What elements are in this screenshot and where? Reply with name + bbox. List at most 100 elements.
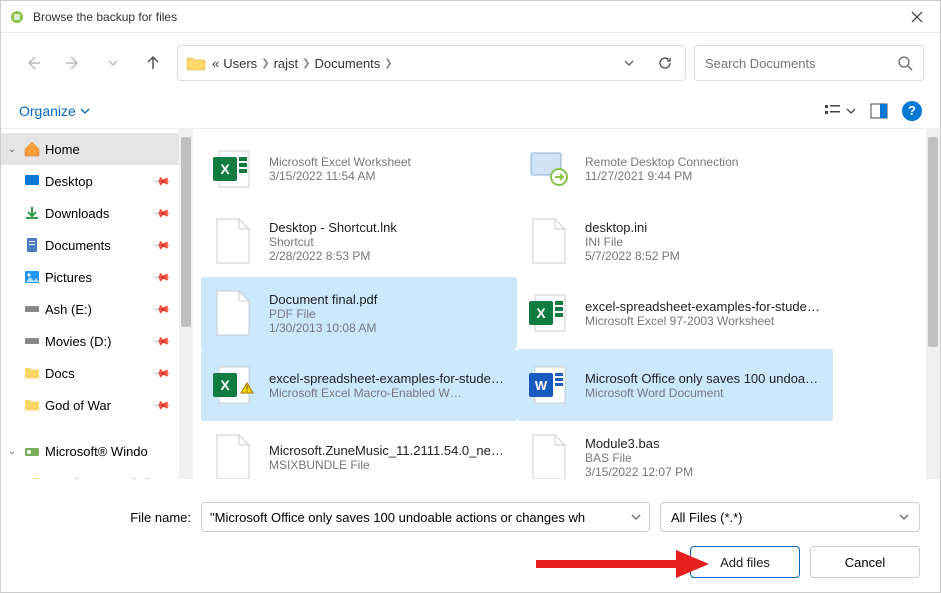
sidebar-item-label: Microsoft® Windo (45, 444, 175, 459)
file-item[interactable]: Remote Desktop Connection11/27/2021 9:44… (517, 133, 833, 205)
filename-label: File name: (21, 510, 191, 525)
file-type: Microsoft Excel Worksheet (269, 155, 509, 169)
file-name: excel-spreadsheet-examples-for-students … (269, 371, 509, 386)
address-bar[interactable]: « Users ❯ rajst ❯ Documents ❯ (177, 45, 686, 81)
file-item[interactable]: desktop.iniINI File5/7/2022 8:52 PM (517, 205, 833, 277)
footer: File name: "Microsoft Office only saves … (1, 492, 940, 592)
file-type-filter[interactable]: All Files (*.*) (660, 502, 920, 532)
close-icon (911, 11, 923, 23)
add-files-button[interactable]: Add files (690, 546, 800, 578)
preview-pane-button[interactable] (870, 103, 888, 119)
sidebar-item-documents[interactable]: Documents 📌 (1, 229, 179, 261)
file-type: Microsoft Excel Macro-Enabled W… (269, 386, 509, 400)
file-date: 5/7/2022 8:52 PM (585, 249, 825, 263)
chevron-down-icon[interactable] (899, 512, 909, 522)
chevron-right-icon: ❯ (302, 58, 310, 69)
organize-button[interactable]: Organize (19, 103, 90, 119)
file-type: Shortcut (269, 235, 509, 249)
organize-label: Organize (19, 103, 76, 119)
file-info: Remote Desktop Connection11/27/2021 9:44… (585, 155, 825, 183)
file-item[interactable]: Desktop - Shortcut.lnkShortcut2/28/2022 … (201, 205, 517, 277)
back-button[interactable] (17, 47, 49, 79)
documents-icon (23, 236, 41, 254)
file-list: X Microsoft Excel Worksheet3/15/2022 11:5… (193, 129, 926, 479)
sidebar-item-gow[interactable]: God of War 📌 (1, 389, 179, 421)
file-type: Microsoft Word Document (585, 386, 825, 400)
file-type: BAS File (585, 451, 825, 465)
file-date: 3/15/2022 11:54 AM (269, 169, 509, 183)
scrollbar-thumb[interactable] (181, 137, 191, 327)
address-dropdown[interactable] (619, 53, 639, 73)
sidebar-item-desktop[interactable]: Desktop 📌 (1, 165, 179, 197)
file-icon: X! (209, 361, 257, 409)
pin-icon: 📌 (153, 172, 172, 191)
up-icon (144, 54, 162, 72)
file-icon: W (525, 361, 573, 409)
forward-button[interactable] (57, 47, 89, 79)
search-input[interactable] (705, 56, 889, 71)
file-item[interactable]: Xexcel-spreadsheet-examples-for-students… (517, 277, 833, 349)
search-icon (897, 55, 913, 71)
scrollbar-thumb[interactable] (928, 137, 938, 347)
close-button[interactable] (894, 1, 940, 33)
refresh-button[interactable] (653, 51, 677, 75)
file-icon: X (209, 145, 257, 193)
chevron-down-icon[interactable] (631, 512, 641, 522)
file-type: Remote Desktop Connection (585, 155, 825, 169)
sidebar-item-label: Ash (E:) (45, 302, 151, 317)
sidebar-item-movies[interactable]: Movies (D:) 📌 (1, 325, 179, 357)
file-icon (209, 433, 257, 479)
view-mode-button[interactable] (824, 103, 856, 119)
sidebar-item-label: Home (45, 142, 175, 157)
app-icon (9, 9, 25, 25)
breadcrumb-prefix[interactable]: « (212, 56, 219, 71)
preview-pane-icon (870, 103, 888, 119)
sidebar-item-label: Movies (D:) (45, 334, 151, 349)
cancel-button[interactable]: Cancel (810, 546, 920, 578)
sidebar: ⌄ Home Desktop 📌 Downloads 📌 Documents 📌… (1, 129, 179, 479)
file-name: excel-spreadsheet-examples-for-students … (585, 299, 825, 314)
nav-bar: « Users ❯ rajst ❯ Documents ❯ (1, 33, 940, 93)
file-info: Microsoft Office only saves 100 undoable… (585, 371, 825, 400)
file-info: excel-spreadsheet-examples-for-students … (269, 371, 509, 400)
file-date: 11/27/2021 9:44 PM (585, 169, 825, 183)
filename-input[interactable]: "Microsoft Office only saves 100 undoabl… (201, 502, 650, 532)
file-item[interactable]: X Microsoft Excel Worksheet3/15/2022 11:5… (201, 133, 517, 205)
up-button[interactable] (137, 47, 169, 79)
breadcrumb-item[interactable]: rajst (274, 56, 299, 71)
file-item[interactable]: W Microsoft Office only saves 100 undoabl… (517, 349, 833, 421)
file-item[interactable]: Document final.pdfPDF File1/30/2013 10:0… (201, 277, 517, 349)
file-item[interactable]: Module3.basBAS File3/15/2022 12:07 PM (517, 421, 833, 479)
pin-icon: 📌 (153, 204, 172, 223)
breadcrumb-item[interactable]: Documents (315, 56, 381, 71)
backup-icon (23, 442, 41, 460)
search-box[interactable] (694, 45, 924, 81)
main-area: ⌄ Home Desktop 📌 Downloads 📌 Documents 📌… (1, 129, 940, 479)
sidebar-item-mswindows[interactable]: ⌄ Microsoft® Windo (1, 435, 179, 467)
sidebar-item-backup[interactable]: Backup on Ash ( (1, 467, 179, 479)
sidebar-item-docs[interactable]: Docs 📌 (1, 357, 179, 389)
drive-icon (23, 300, 41, 318)
file-item[interactable]: X! excel-spreadsheet-examples-for-student… (201, 349, 517, 421)
help-button[interactable]: ? (902, 101, 922, 121)
file-name: Document final.pdf (269, 292, 509, 307)
sidebar-item-home[interactable]: ⌄ Home (1, 133, 179, 165)
sidebar-item-pictures[interactable]: Pictures 📌 (1, 261, 179, 293)
sidebar-scrollbar[interactable] (179, 129, 193, 479)
svg-text:!: ! (246, 384, 249, 394)
filelist-scrollbar[interactable] (926, 129, 940, 479)
breadcrumb-item[interactable]: Users (223, 56, 257, 71)
sidebar-item-downloads[interactable]: Downloads 📌 (1, 197, 179, 229)
folder-icon (186, 55, 206, 71)
chevron-down-icon[interactable]: ⌄ (5, 446, 19, 457)
svg-text:X: X (220, 161, 230, 177)
sidebar-item-ash[interactable]: Ash (E:) 📌 (1, 293, 179, 325)
recent-button[interactable] (97, 47, 129, 79)
file-info: excel-spreadsheet-examples-for-students … (585, 299, 825, 328)
chevron-down-icon[interactable]: ⌄ (5, 144, 19, 155)
folder-icon (31, 474, 49, 479)
file-item[interactable]: Microsoft.ZuneMusic_11.2111.54.0_neutral… (201, 421, 517, 479)
pin-icon: 📌 (153, 364, 172, 383)
filename-value: "Microsoft Office only saves 100 undoabl… (210, 510, 585, 525)
sidebar-item-label: God of War (45, 398, 151, 413)
